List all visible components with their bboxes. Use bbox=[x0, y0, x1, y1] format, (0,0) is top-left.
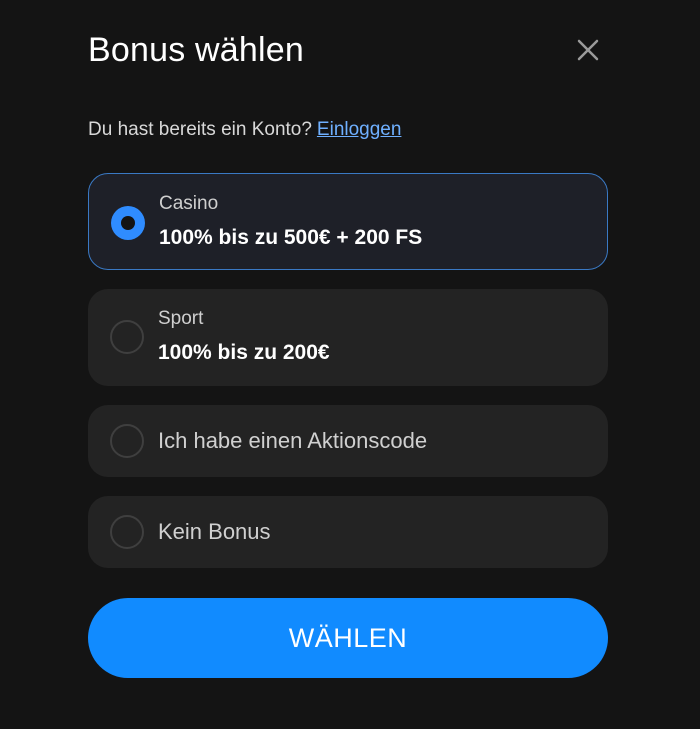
option-label: Sport bbox=[158, 308, 204, 329]
radio-selected-icon[interactable] bbox=[111, 206, 145, 240]
modal-title: Bonus wählen bbox=[88, 31, 304, 69]
radio-unselected-icon[interactable] bbox=[110, 424, 144, 458]
bonus-option-none[interactable]: Kein Bonus bbox=[88, 496, 608, 568]
option-label: Kein Bonus bbox=[158, 519, 271, 544]
login-prompt-text: Du hast bereits ein Konto? bbox=[88, 119, 312, 140]
option-label: Casino bbox=[159, 193, 219, 214]
login-prompt-line: Du hast bereits ein Konto? Einloggen bbox=[88, 118, 401, 142]
close-icon bbox=[577, 39, 599, 61]
login-link[interactable]: Einloggen bbox=[317, 119, 402, 140]
close-button[interactable] bbox=[572, 34, 604, 66]
option-label: Ich habe einen Aktionscode bbox=[158, 428, 428, 453]
radio-unselected-icon[interactable] bbox=[110, 515, 144, 549]
bonus-option-casino[interactable]: Casino 100% bis zu 500€ + 200 FS bbox=[88, 173, 608, 270]
option-value: 100% bis zu 500€ + 200 FS bbox=[159, 226, 423, 249]
submit-button[interactable]: WÄHLEN bbox=[88, 598, 608, 678]
option-value: 100% bis zu 200€ bbox=[158, 341, 330, 364]
bonus-option-sport[interactable]: Sport 100% bis zu 200€ bbox=[88, 289, 608, 386]
radio-unselected-icon[interactable] bbox=[110, 320, 144, 354]
bonus-modal: Bonus wählen Du hast bereits ein Konto? E… bbox=[0, 0, 700, 729]
bonus-option-promo-code[interactable]: Ich habe einen Aktionscode bbox=[88, 405, 608, 477]
